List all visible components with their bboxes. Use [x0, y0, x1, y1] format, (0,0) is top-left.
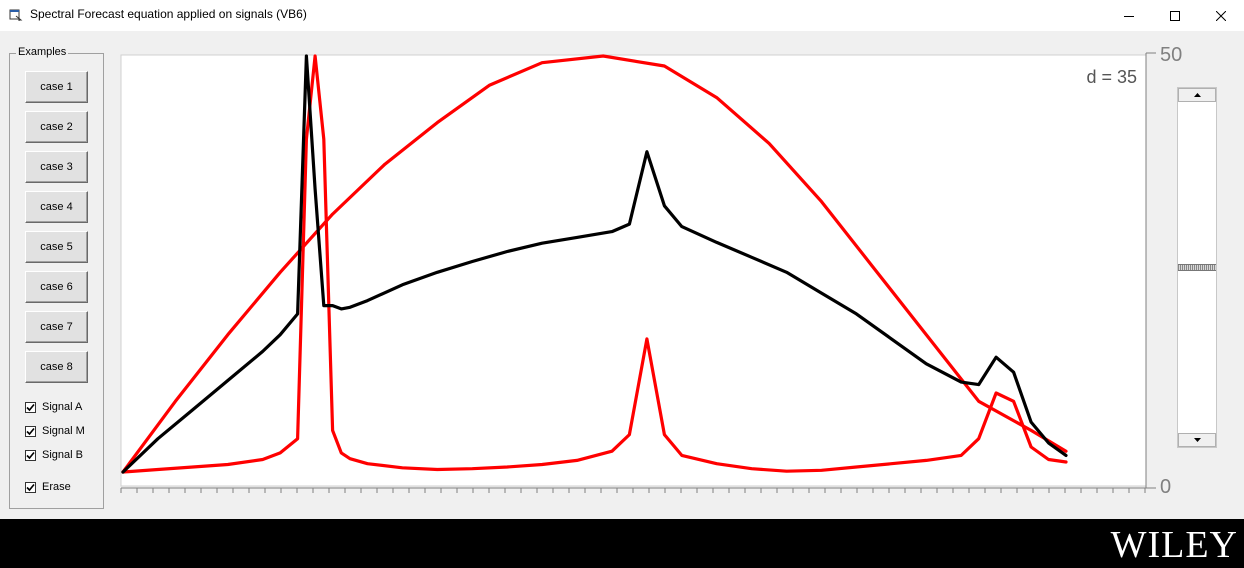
slider-up-button[interactable] — [1178, 88, 1216, 102]
slider-down-button[interactable] — [1178, 433, 1216, 447]
arrow-up-icon — [1193, 93, 1201, 97]
wiley-logo: WILEY — [1110, 524, 1238, 566]
plot-canvas — [120, 54, 1147, 487]
arrow-down-icon — [1193, 438, 1201, 442]
d-annotation: d = 35 — [1086, 67, 1137, 87]
slider-thumb[interactable] — [1178, 264, 1216, 271]
d-slider[interactable] — [1177, 87, 1217, 448]
footer-bar: WILEY — [0, 519, 1244, 568]
y-max-label: 50 — [1160, 44, 1182, 66]
y-min-label: 0 — [1160, 476, 1171, 498]
signal-plot: d = 35 50 0 — [120, 44, 1182, 498]
